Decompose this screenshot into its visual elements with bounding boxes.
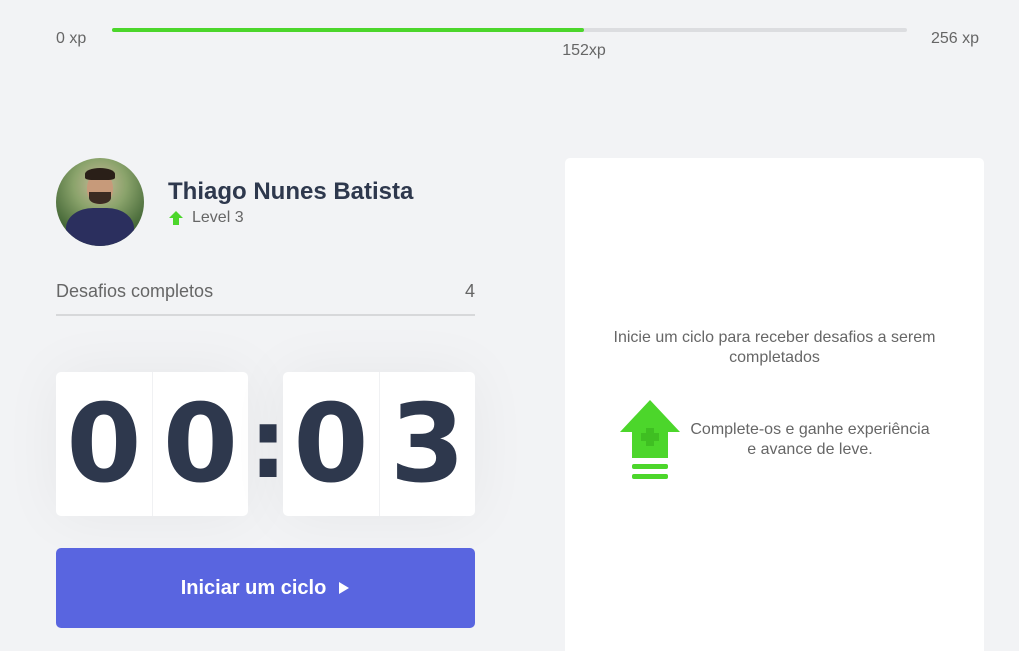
countdown-separator: : (248, 388, 288, 500)
xp-progress-track (112, 28, 907, 32)
challenge-hint-text: Complete-os e ganhe experiência e avance… (690, 421, 930, 458)
start-cycle-button[interactable]: Iniciar um ciclo (56, 548, 475, 628)
level-up-arrow-icon (169, 211, 183, 225)
avatar (56, 158, 144, 246)
level-label: Level 3 (192, 209, 244, 226)
challenge-intro-text: Inicie um ciclo para receber desafios a … (613, 329, 936, 366)
countdown: 0 0 : 0 3 (56, 372, 475, 516)
level-up-icon (620, 400, 680, 479)
xp-progress-fill (112, 28, 585, 32)
experience-bar: 0 xp 152xp 256 xp (0, 0, 1019, 70)
profile-level: Level 3 (168, 209, 244, 227)
completed-challenges: Desafios completos 4 (56, 280, 475, 316)
xp-min-label: 0 xp (56, 30, 87, 47)
start-cycle-label: Iniciar um ciclo (180, 576, 327, 599)
second-digit-ones: 3 (379, 372, 475, 516)
second-digit-tens: 0 (293, 381, 369, 507)
play-icon (339, 582, 350, 594)
countdown-seconds: 0 3 (283, 372, 475, 516)
profile: Thiago Nunes Batista Level 3 (56, 158, 476, 246)
xp-max-label: 256 xp (931, 30, 980, 47)
challenge-box: Inicie um ciclo para receber desafios a … (565, 158, 984, 651)
minute-digit-ones: 0 (152, 372, 248, 516)
minute-digit-tens: 0 (66, 381, 142, 507)
profile-name: Thiago Nunes Batista (168, 178, 414, 205)
challenge-hint: Complete-os e ganhe experiência e avance… (620, 400, 930, 482)
completed-challenges-label: Desafios completos (56, 281, 214, 301)
xp-current-label: 152xp (562, 42, 606, 59)
completed-challenges-count: 4 (464, 281, 475, 301)
countdown-minutes: 0 0 (56, 372, 248, 516)
